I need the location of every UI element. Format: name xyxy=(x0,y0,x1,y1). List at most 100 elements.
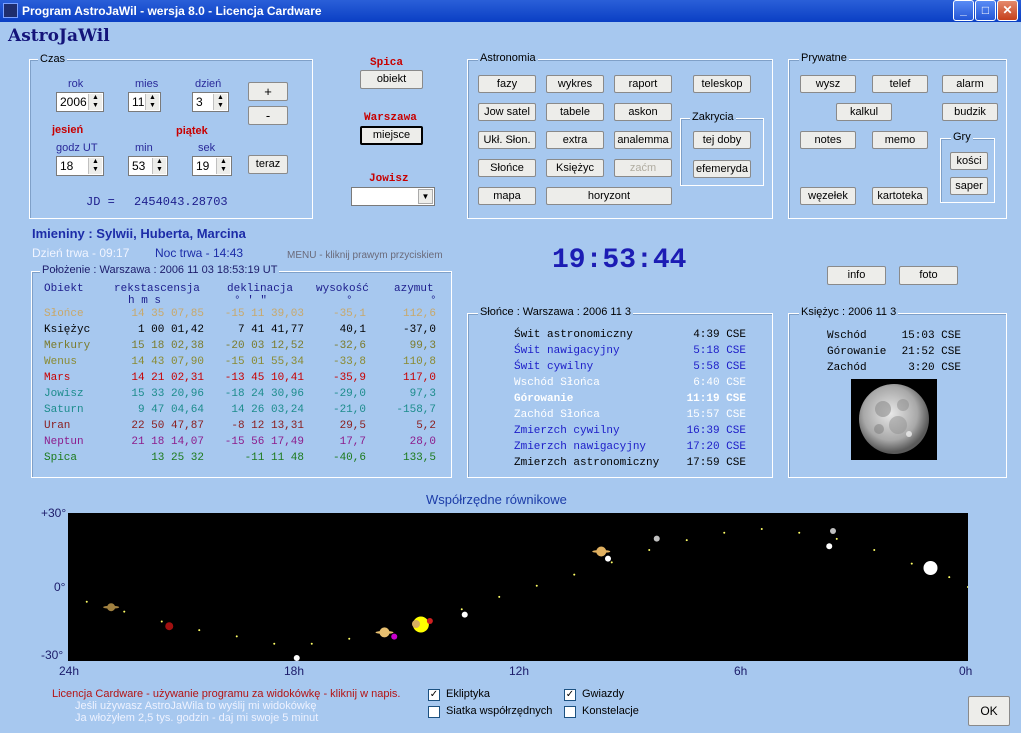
ukl-slon-button[interactable]: Ukł. Słon. xyxy=(478,131,536,149)
ok-button[interactable]: OK xyxy=(968,696,1010,726)
sky-star[interactable] xyxy=(826,543,833,550)
app-icon[interactable] xyxy=(3,3,18,18)
moon-event-name: Zachód xyxy=(827,362,867,374)
sky-object-neptun[interactable] xyxy=(165,622,174,631)
az-value: 28,0 xyxy=(409,436,436,448)
astronomia-label: Astronomia xyxy=(478,52,538,64)
gry-label: Gry xyxy=(951,131,973,143)
sky-chart[interactable] xyxy=(68,513,968,661)
ecliptic-point xyxy=(760,528,763,531)
ecliptic-point xyxy=(235,635,238,638)
sun-event-time: 17:20 CSE xyxy=(686,441,746,453)
mies-stepper[interactable]: 11 ▲ ▼ xyxy=(128,92,161,112)
ksiezyc-button[interactable]: Księżyc xyxy=(546,159,604,177)
license-link[interactable]: Licencja Cardware - używanie programu za… xyxy=(52,688,400,700)
sek-stepper[interactable]: 19 ▲ ▼ xyxy=(192,156,232,176)
object-name: Jowisz xyxy=(44,388,84,400)
fazy-button[interactable]: fazy xyxy=(478,75,536,93)
telef-button[interactable]: telef xyxy=(872,75,928,93)
jd-label: JD = xyxy=(86,195,115,209)
kartoteka-button[interactable]: kartoteka xyxy=(872,187,928,205)
teleskop-button[interactable]: teleskop xyxy=(693,75,751,93)
sky-object-księżyc[interactable] xyxy=(923,561,938,576)
analemma-button[interactable]: analemma xyxy=(614,131,672,149)
sky-object-mars[interactable] xyxy=(426,618,433,625)
horyzont-button[interactable]: horyzont xyxy=(546,187,672,205)
obiekt-button[interactable]: obiekt xyxy=(360,70,423,89)
object-name: Wenus xyxy=(44,356,78,368)
sky-star[interactable] xyxy=(605,555,611,562)
saper-button[interactable]: saper xyxy=(950,177,988,195)
tabele-button[interactable]: tabele xyxy=(546,103,604,121)
sun-row: Zmierzch cywilny 16:39 CSE xyxy=(514,425,754,439)
raport-button[interactable]: raport xyxy=(614,75,672,93)
alarm-button[interactable]: alarm xyxy=(942,75,998,93)
mapa-button[interactable]: mapa xyxy=(478,187,536,205)
wysz-button[interactable]: wysz xyxy=(800,75,856,93)
sky-star[interactable] xyxy=(830,528,836,535)
chevron-down-icon[interactable]: ▼ xyxy=(418,189,433,204)
menu-hint[interactable]: MENU - kliknij prawym przyciskiem xyxy=(287,250,443,261)
dzien-stepper[interactable]: 3 ▲ ▼ xyxy=(192,92,229,112)
teraz-button[interactable]: teraz xyxy=(248,155,288,174)
ra-value: 15 18 02,38 xyxy=(131,340,204,352)
miejsce-button[interactable]: miejsce xyxy=(360,126,423,145)
moon-image[interactable] xyxy=(851,379,937,460)
spica-label: Spica xyxy=(370,57,404,69)
sky-star[interactable] xyxy=(293,655,300,661)
kosci-button[interactable]: kości xyxy=(950,152,988,170)
kalkul-button[interactable]: kalkul xyxy=(836,103,892,121)
info-button[interactable]: info xyxy=(827,266,886,285)
foto-button[interactable]: foto xyxy=(899,266,958,285)
sky-object-merkury[interactable] xyxy=(391,633,398,640)
siatka-checkbox[interactable] xyxy=(428,706,440,718)
slonce-button[interactable]: Słońce xyxy=(478,159,536,177)
zacm-button[interactable]: zaćm xyxy=(614,159,672,177)
wykres-button[interactable]: wykres xyxy=(546,75,604,93)
extra-button[interactable]: extra xyxy=(546,131,604,149)
godz-stepper[interactable]: 18 ▲ ▼ xyxy=(56,156,104,176)
y-tick-bottom: -30° xyxy=(41,648,64,662)
min-stepper[interactable]: 53 ▲ ▼ xyxy=(128,156,168,176)
wezelek-button[interactable]: węzełek xyxy=(800,187,856,205)
header-wys: wysokość xyxy=(316,283,369,295)
ksiezyc-panel-label: Księżyc : 2006 11 3 xyxy=(799,306,899,318)
jow-satel-button[interactable]: Jow satel xyxy=(478,103,536,121)
notes-button[interactable]: notes xyxy=(800,131,856,149)
sun-event-time: 5:18 CSE xyxy=(693,345,746,357)
sub-dms: ° ' " xyxy=(234,295,268,307)
sky-object-spica[interactable] xyxy=(461,611,468,618)
window-titlebar[interactable]: Program AstroJaWil - wersja 8.0 - Licenc… xyxy=(0,0,1021,22)
maximize-button[interactable]: □ xyxy=(975,0,996,21)
object-select[interactable]: ▼ xyxy=(351,187,435,206)
sek-label: sek xyxy=(198,142,216,154)
budzik-button[interactable]: budzik xyxy=(942,103,998,121)
ecliptic-point xyxy=(873,549,876,551)
efemeryda-button[interactable]: efemeryda xyxy=(693,160,751,178)
tej-doby-button[interactable]: tej doby xyxy=(693,131,751,149)
rok-stepper[interactable]: 2006 ▲ ▼ xyxy=(56,92,104,112)
sky-star[interactable] xyxy=(653,535,660,542)
minimize-button[interactable]: _ xyxy=(953,0,974,21)
minus-button[interactable]: - xyxy=(248,106,288,125)
x-tick-label: 0h xyxy=(959,664,973,678)
sky-object-wenus[interactable] xyxy=(412,620,420,628)
alt-value: -33,8 xyxy=(332,356,366,368)
slonce-panel-label: Słońce : Warszawa : 2006 11 3 xyxy=(478,306,634,318)
moon-event-name: Górowanie xyxy=(827,346,887,358)
ra-value: 15 33 20,96 xyxy=(131,388,204,400)
alt-value: 17,7 xyxy=(339,436,366,448)
gwiazdy-checkbox[interactable]: ✓ xyxy=(564,689,576,701)
rok-label: rok xyxy=(68,78,84,90)
memo-button[interactable]: memo xyxy=(872,131,928,149)
planet-ring xyxy=(103,605,120,609)
close-button[interactable]: ✕ xyxy=(997,0,1018,21)
sun-row: Świt cywilny 5:58 CSE xyxy=(514,361,754,375)
ekliptyka-checkbox[interactable]: ✓ xyxy=(428,689,440,701)
dec-value: -11 11 48 xyxy=(244,452,304,464)
plus-button[interactable]: + xyxy=(248,82,288,101)
askon-button[interactable]: askon xyxy=(614,103,672,121)
konstelacje-checkbox[interactable] xyxy=(564,706,576,718)
konstelacje-label: Konstelacje xyxy=(582,705,639,717)
sun-event-name: Świt nawigacyjny xyxy=(514,345,620,357)
